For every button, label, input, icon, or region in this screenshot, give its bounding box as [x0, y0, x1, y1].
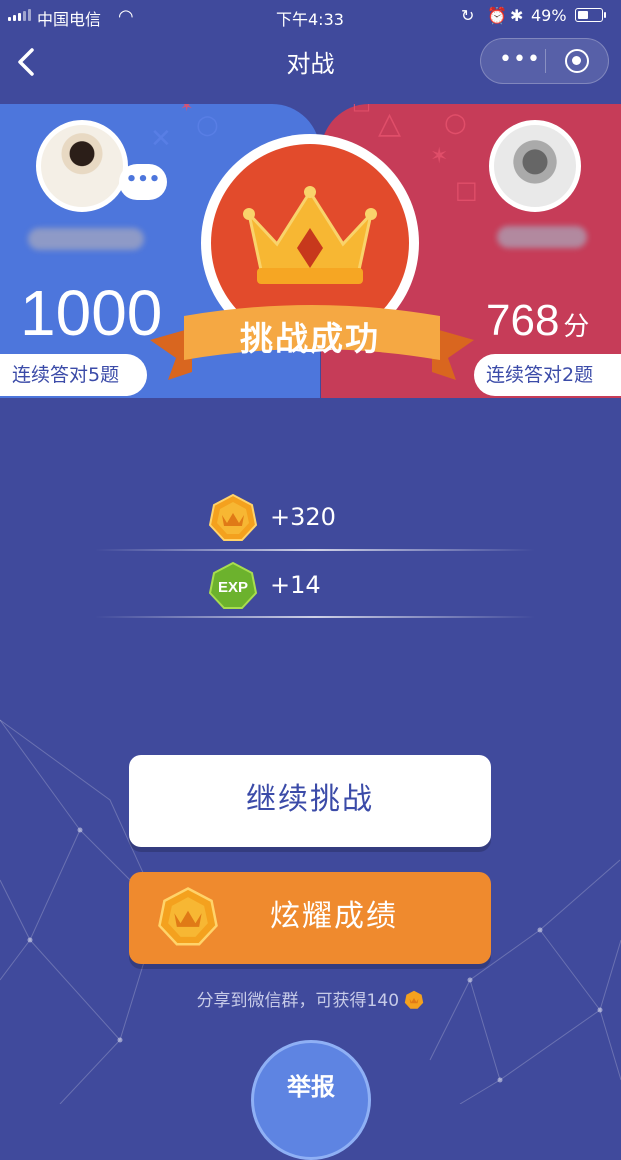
result-title: 挑战成功 — [240, 319, 380, 358]
crown-coin-icon — [405, 990, 424, 1009]
carrier-label: 中国电信 — [37, 10, 102, 29]
share-result-button[interactable]: 炫耀成绩 — [129, 872, 491, 964]
orientation-lock-icon: ↻ — [461, 6, 475, 25]
capsule-divider — [545, 49, 546, 73]
clock-label: 下午4:33 — [276, 10, 344, 29]
score-unit: 分 — [563, 311, 590, 341]
target-circle-icon[interactable] — [565, 49, 589, 73]
svg-text:EXP: EXP — [218, 579, 248, 596]
battery-percent: 49% — [531, 6, 567, 25]
exp-badge-icon: EXP — [208, 561, 258, 609]
left-player-name — [28, 228, 144, 250]
left-player-score: 1000 — [20, 277, 163, 349]
exp-reward-value: +14 — [270, 571, 321, 599]
continue-challenge-button[interactable]: 继续挑战 — [129, 755, 491, 847]
wifi-icon: ◠ — [118, 6, 134, 27]
left-player-streak: 连续答对5题 — [0, 354, 147, 396]
chat-bubble-icon[interactable]: ••• — [119, 164, 167, 200]
right-player-name — [497, 226, 587, 248]
status-bar: 中国电信 ◠ 下午4:33 ↻ ⏰ ✱ 49% — [0, 0, 621, 32]
right-player-streak: 连续答对2题 — [474, 354, 621, 396]
left-player-avatar[interactable] — [36, 120, 128, 212]
signal-icon — [8, 9, 31, 21]
report-label: 举报 — [287, 1073, 335, 1101]
right-player-score: 768 分 — [486, 296, 590, 345]
reward-divider — [95, 616, 535, 618]
mini-program-capsule: ••• — [480, 38, 609, 84]
crown-icon — [243, 186, 377, 284]
more-dots-icon[interactable]: ••• — [499, 47, 541, 72]
report-button[interactable]: 举报 — [251, 1040, 371, 1160]
bluetooth-icon: ✱ — [510, 6, 524, 25]
battery-icon — [575, 8, 606, 22]
battle-result-header: ✕ ○ ✶ △ □ ○ ✶ □ ••• 1000 连续答对5题 768分 连续答… — [0, 104, 621, 398]
coin-reward-value: +320 — [270, 503, 336, 531]
right-player-avatar[interactable] — [489, 120, 581, 212]
reward-divider — [95, 549, 535, 551]
alarm-icon: ⏰ — [487, 6, 507, 25]
crown-coin-icon — [208, 493, 258, 541]
share-result-label: 炫耀成绩 — [270, 899, 398, 934]
exp-reward-row: EXP +14 — [208, 561, 568, 611]
crown-coin-icon — [158, 887, 218, 946]
coin-reward-row: +320 — [208, 493, 568, 543]
share-reward-note: 分享到微信群，可获得140 — [0, 986, 621, 1011]
